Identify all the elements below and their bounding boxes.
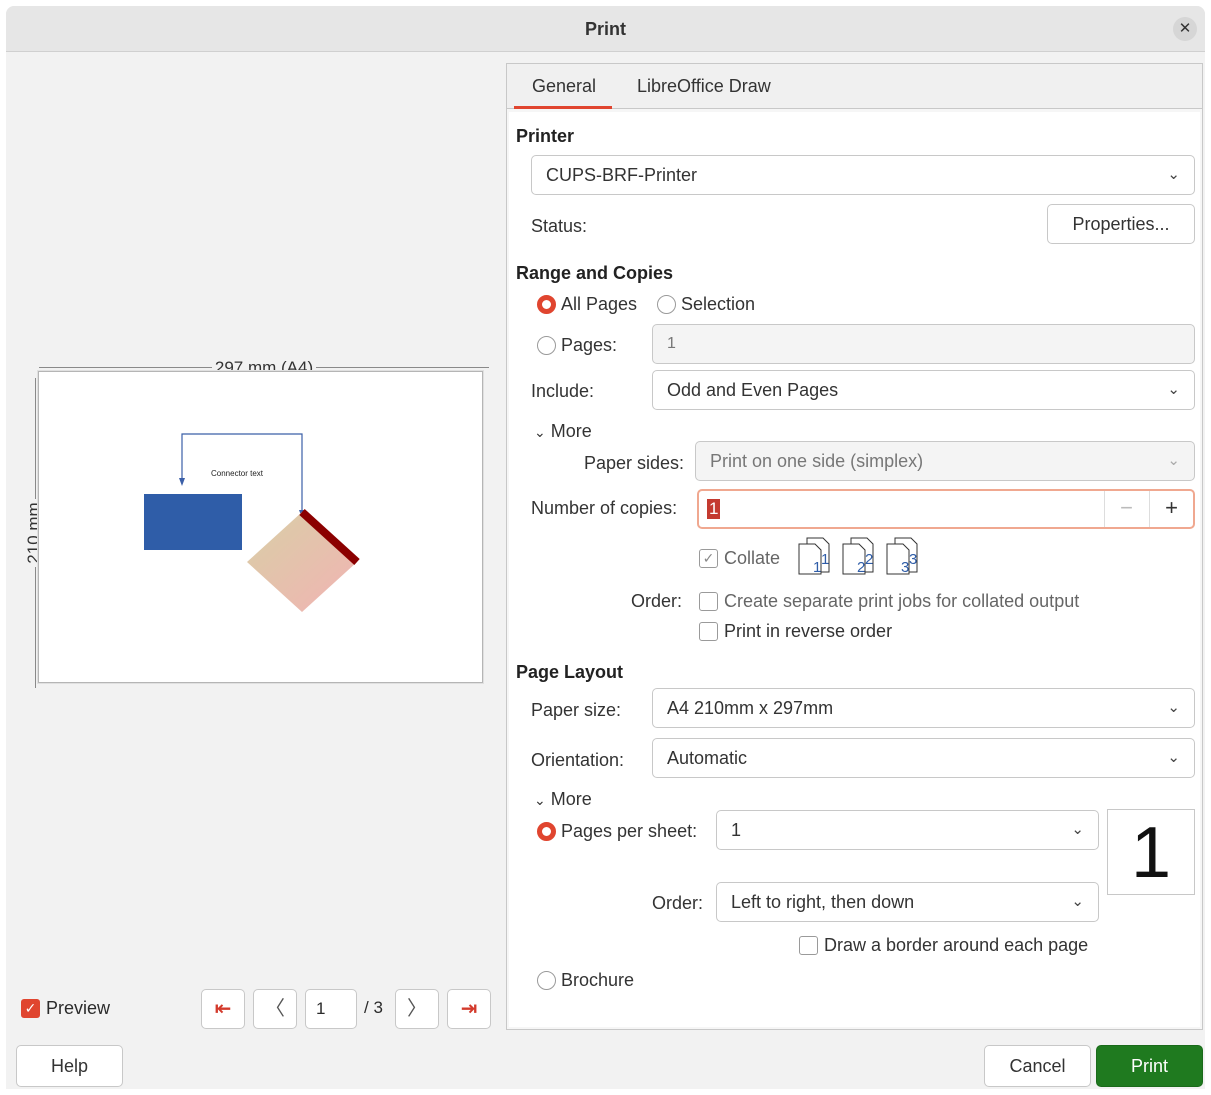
dialog-title: Print	[584, 19, 626, 39]
tab-general[interactable]: General	[532, 76, 596, 97]
preview-checkbox[interactable]: ✓	[21, 999, 40, 1018]
copies-spinbox[interactable]: 1 − +	[697, 489, 1195, 529]
chevron-down-icon: ⌄	[534, 792, 546, 808]
separate-jobs-label: Create separate print jobs for collated …	[724, 591, 1080, 611]
pages-per-sheet-select[interactable]: 1 ⌄	[716, 810, 1099, 850]
brochure-radio[interactable]	[537, 971, 556, 990]
chevron-down-icon: ⌄	[1167, 381, 1180, 398]
connector-arrow-start	[179, 478, 185, 486]
chevron-down-icon: ⌄	[1071, 821, 1084, 838]
brochure-label: Brochure	[561, 970, 635, 990]
cancel-button[interactable]: Cancel	[984, 1045, 1091, 1087]
preview-checkbox-label: Preview	[46, 998, 111, 1018]
gradient-diamond-shape	[247, 512, 357, 612]
help-button[interactable]: Help	[16, 1045, 123, 1087]
layout-order-value: Left to right, then down	[731, 892, 915, 912]
svg-text:3: 3	[909, 551, 917, 568]
range-section-title: Range and Copies	[516, 263, 674, 283]
copies-label: Number of copies:	[531, 498, 678, 518]
pages-per-sheet-value: 1	[731, 820, 742, 840]
orientation-label: Orientation:	[531, 750, 625, 770]
chevron-down-icon: ⌄	[1167, 452, 1180, 469]
draw-border-label: Draw a border around each page	[824, 935, 1089, 955]
previous-page-button[interactable]: 〈	[253, 989, 297, 1029]
chevron-down-icon: ⌄	[1167, 699, 1180, 716]
pages-label: Pages:	[561, 335, 618, 355]
plus-icon[interactable]: +	[1149, 491, 1193, 527]
minus-icon[interactable]: −	[1104, 491, 1148, 527]
last-page-icon: ⇥	[460, 998, 478, 1020]
pages-radio[interactable]	[537, 336, 556, 355]
orientation-value: Automatic	[667, 748, 748, 768]
include-select-value: Odd and Even Pages	[667, 380, 839, 400]
paper-sides-select[interactable]: Print on one side (simplex) ⌄	[695, 441, 1195, 481]
pages-per-sheet-radio[interactable]	[537, 822, 556, 841]
page-total-label: / 3	[364, 998, 383, 1017]
chevron-down-icon: ⌄	[1167, 166, 1180, 183]
last-page-button[interactable]: ⇥	[447, 989, 491, 1029]
all-pages-label: All Pages	[561, 294, 638, 314]
order-label: Order:	[631, 591, 683, 611]
next-page-button[interactable]: 〉	[395, 989, 439, 1029]
settings-panel: General LibreOffice Draw Printer CUPS-BR…	[506, 63, 1203, 1030]
pages-input[interactable]: 1	[652, 324, 1195, 364]
tab-bar: General LibreOffice Draw	[507, 64, 1202, 109]
paper-size-select[interactable]: A4 210mm x 297mm ⌄	[652, 688, 1195, 728]
orientation-select[interactable]: Automatic ⌄	[652, 738, 1195, 778]
layout-more-expander[interactable]: ⌄ More	[534, 789, 592, 810]
range-more-expander[interactable]: ⌄ More	[534, 421, 592, 442]
svg-text:1: 1	[821, 551, 829, 568]
print-dialog: Print ✕ 297 mm (A4) 210 mm Connector tex…	[6, 6, 1205, 1089]
reverse-order-label: Print in reverse order	[724, 621, 893, 641]
status-label: Status:	[531, 216, 588, 236]
title-bar: Print ✕	[6, 6, 1205, 52]
separate-jobs-checkbox[interactable]	[699, 592, 718, 611]
selection-radio[interactable]	[657, 295, 676, 314]
tab-libreoffice-draw[interactable]: LibreOffice Draw	[637, 76, 771, 97]
properties-button[interactable]: Properties...	[1047, 204, 1195, 244]
include-select[interactable]: Odd and Even Pages ⌄	[652, 370, 1195, 410]
chevron-right-icon: 〉	[407, 998, 427, 1020]
first-page-icon: ⇤	[214, 998, 232, 1020]
paper-sides-value: Print on one side (simplex)	[710, 451, 924, 471]
first-page-button[interactable]: ⇤	[201, 989, 245, 1029]
printer-select[interactable]: CUPS-BRF-Printer ⌄	[531, 155, 1195, 195]
pages-per-sheet-preview: 1	[1107, 809, 1195, 895]
paper-size-value: A4 210mm x 297mm	[667, 698, 834, 718]
reverse-order-checkbox[interactable]	[699, 622, 718, 641]
collate-label: Collate	[724, 548, 781, 568]
printer-select-value: CUPS-BRF-Printer	[546, 165, 698, 185]
collate-checkbox[interactable]: ✓	[699, 549, 718, 568]
printer-section-title: Printer	[516, 126, 575, 146]
page-preview: Connector text	[38, 371, 483, 683]
page-layout-section-title: Page Layout	[516, 662, 624, 682]
collate-pages-icon: 11 22 33	[798, 537, 918, 576]
svg-text:2: 2	[865, 551, 873, 568]
include-label: Include:	[531, 381, 595, 401]
chevron-down-icon: ⌄	[534, 424, 546, 440]
general-tab-content: Printer CUPS-BRF-Printer ⌄ Status: Prope…	[509, 112, 1200, 1027]
draw-border-checkbox[interactable]	[799, 936, 818, 955]
chevron-down-icon: ⌄	[1071, 893, 1084, 910]
page-number-input[interactable]: 1	[305, 989, 357, 1029]
copies-value: 1	[707, 499, 721, 519]
pages-per-sheet-label: Pages per sheet:	[561, 821, 698, 841]
layout-order-label: Order:	[652, 893, 704, 913]
blue-rectangle-shape	[144, 494, 242, 550]
selection-label: Selection	[681, 294, 756, 314]
all-pages-radio[interactable]	[537, 295, 556, 314]
print-button[interactable]: Print	[1096, 1045, 1203, 1087]
layout-more-label: More	[550, 789, 592, 809]
chevron-left-icon: 〈	[265, 998, 285, 1020]
layout-order-select[interactable]: Left to right, then down ⌄	[716, 882, 1099, 922]
preview-drawing: Connector text	[144, 433, 360, 612]
close-icon[interactable]: ✕	[1173, 17, 1197, 41]
paper-size-label: Paper size:	[531, 700, 622, 720]
active-tab-indicator	[514, 106, 612, 109]
chevron-down-icon: ⌄	[1167, 749, 1180, 766]
connector-text: Connector text	[211, 469, 264, 478]
range-more-label: More	[550, 421, 592, 441]
paper-sides-label: Paper sides:	[584, 453, 685, 473]
